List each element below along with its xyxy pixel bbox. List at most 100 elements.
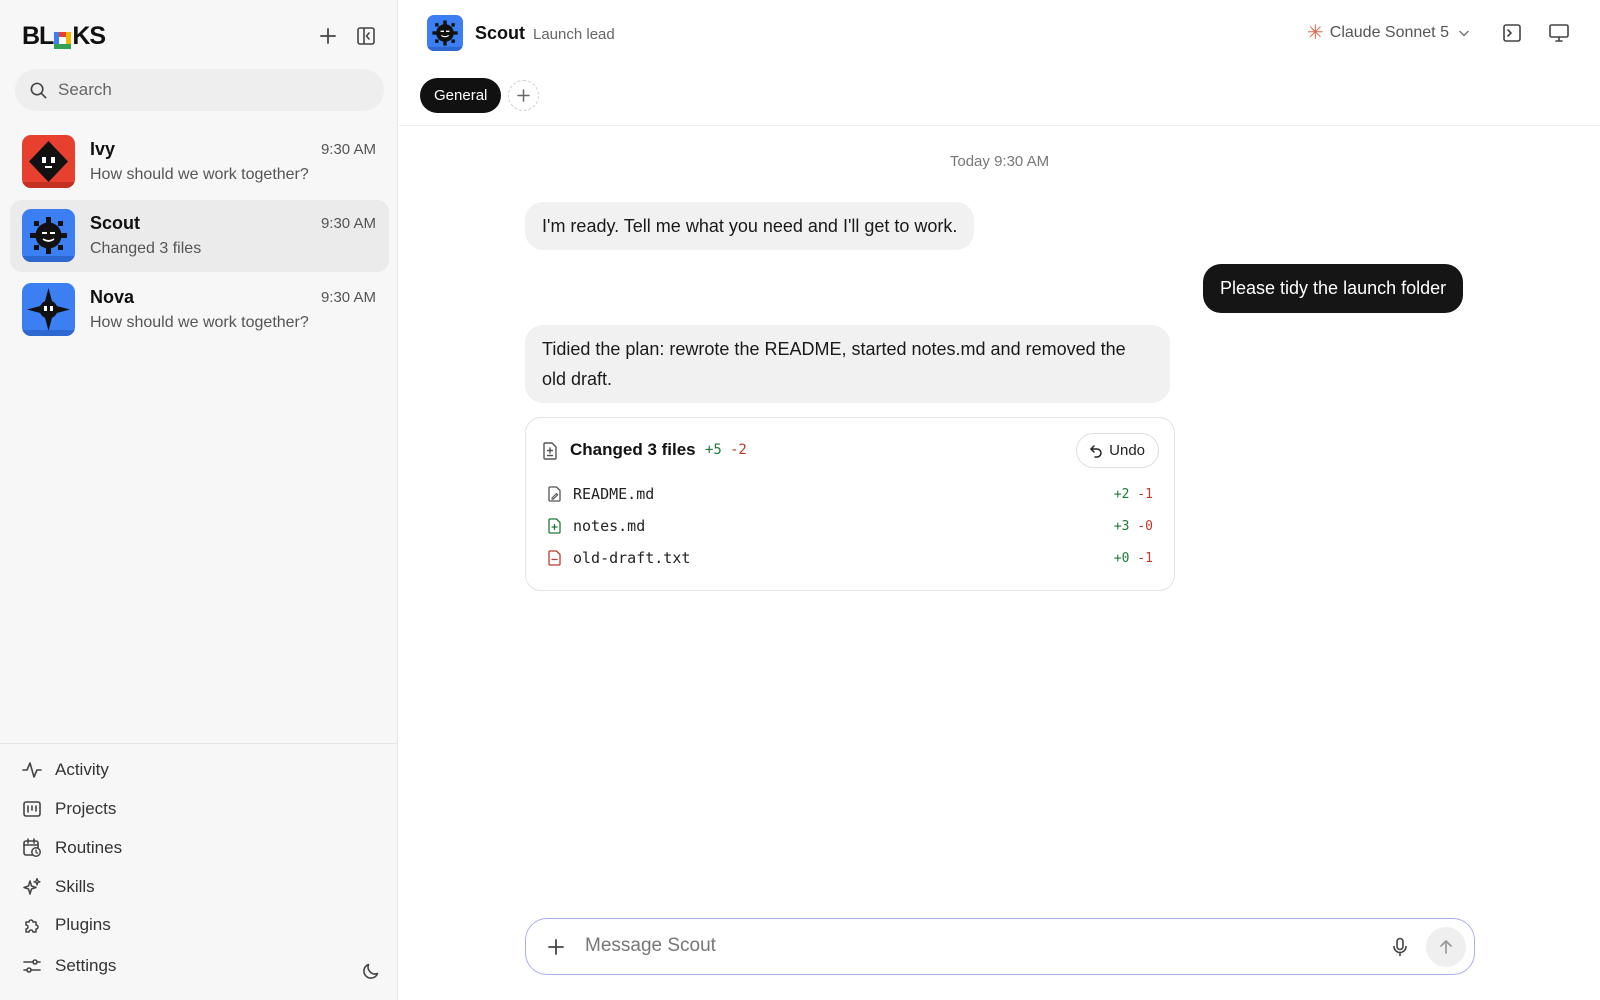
file-additions: +3: [1113, 518, 1130, 534]
file-deletions: -0: [1137, 518, 1153, 534]
chat-name: Nova: [90, 287, 135, 307]
chat-item-ivy[interactable]: Ivy 9:30 AM How should we work together?: [10, 126, 389, 198]
file-deletions: -1: [1137, 486, 1153, 502]
total-deletions: -2: [730, 442, 747, 458]
chat-item-scout[interactable]: Scout 9:30 AM Changed 3 files: [10, 200, 389, 272]
search-box[interactable]: [15, 69, 384, 111]
file-row-readme[interactable]: README.md +2 -1: [548, 481, 1153, 507]
robot-gear-icon: [427, 15, 463, 51]
tab-label: General: [434, 87, 488, 104]
plus-icon: [548, 939, 564, 955]
agent-message: I'm ready. Tell me what you need and I'l…: [525, 202, 975, 250]
model-name: Claude Sonnet 5: [1329, 24, 1449, 41]
theme-toggle-button[interactable]: [357, 957, 385, 985]
file-deleted-icon: [548, 550, 561, 566]
display-button[interactable]: [1545, 19, 1573, 47]
message-timestamp: Today 9:30 AM: [949, 153, 1050, 170]
chat-name: Ivy: [90, 139, 116, 159]
chat-time: 9:30 AM: [320, 215, 376, 232]
logo-text-end: KS: [72, 21, 106, 50]
logo-text-start: BL: [22, 21, 54, 50]
sidebar-item-settings[interactable]: Settings: [22, 951, 116, 981]
model-spark-icon: ✳: [1307, 22, 1324, 44]
agent-name: Scout: [475, 23, 526, 43]
chat-preview: Changed 3 files: [90, 240, 202, 257]
sidebar-nav: Activity Projects Routines Skills Plugin…: [0, 743, 398, 1000]
file-row-notes[interactable]: notes.md +3 -0: [548, 513, 1153, 539]
chat-preview: How should we work together?: [90, 314, 309, 331]
avatar: [22, 135, 75, 188]
main-panel: Scout Launch lead ✳ Claude Sonnet 5 Gene…: [399, 0, 1600, 1000]
sidebar-item-projects[interactable]: Projects: [22, 794, 116, 824]
file-additions: +0: [1113, 550, 1130, 566]
file-modified-icon: [548, 486, 561, 502]
attach-button[interactable]: [542, 933, 570, 961]
add-tab-button[interactable]: [508, 80, 539, 111]
user-message: Please tidy the launch folder: [1203, 264, 1464, 313]
search-input[interactable]: [58, 80, 358, 100]
chevron-down-icon: [1459, 30, 1469, 37]
voice-input-button[interactable]: [1386, 933, 1414, 961]
sidebar-item-label: Settings: [55, 956, 117, 975]
file-diff-icon: [543, 442, 557, 460]
sidebar-panel-icon: [357, 27, 375, 45]
chat-name: Scout: [90, 213, 141, 233]
terminal-button[interactable]: [1498, 19, 1526, 47]
chat-header: Scout Launch lead ✳ Claude Sonnet 5 Gene…: [399, 0, 1600, 126]
search-icon: [30, 82, 47, 98]
undo-label: Undo: [1109, 442, 1145, 459]
undo-button[interactable]: Undo: [1076, 433, 1159, 468]
toggle-sidebar-button[interactable]: [352, 22, 380, 50]
chat-time: 9:30 AM: [320, 141, 376, 158]
logo-square-icon: [54, 27, 72, 49]
changes-title: Changed 3 files: [570, 440, 696, 459]
model-selector[interactable]: ✳ Claude Sonnet 5: [1307, 20, 1470, 46]
sidebar-item-label: Projects: [55, 799, 117, 818]
chat-item-nova[interactable]: Nova 9:30 AM How should we work together…: [10, 274, 389, 346]
plugins-icon: [25, 919, 39, 933]
sidebar-item-label: Plugins: [55, 915, 111, 934]
sidebar: BL KS Search Ivy 9:30 AM How should we w…: [0, 0, 398, 1000]
robot-diamond-icon: [22, 135, 75, 188]
sidebar-item-skills[interactable]: Skills: [22, 872, 95, 902]
tab-general[interactable]: General: [420, 78, 502, 113]
monitor-icon: [1549, 24, 1569, 42]
activity-icon: [22, 762, 42, 778]
send-button[interactable]: [1426, 927, 1466, 967]
file-row-old-draft[interactable]: old-draft.txt +0 -1: [548, 545, 1153, 571]
file-diff-stat: +3 -0: [1114, 519, 1153, 534]
sidebar-item-plugins[interactable]: Plugins: [22, 910, 111, 940]
sidebar-item-label: Routines: [55, 838, 123, 857]
undo-icon: [1090, 444, 1102, 458]
settings-icon: [23, 959, 41, 973]
microphone-icon: [1393, 937, 1407, 957]
avatar: [22, 209, 75, 262]
new-chat-button[interactable]: [314, 22, 342, 50]
agent-avatar: [427, 15, 463, 51]
message-input[interactable]: [585, 935, 1345, 957]
projects-icon: [23, 801, 41, 817]
file-diff-stat: +2 -1: [1114, 487, 1153, 502]
file-name: old-draft.txt: [573, 549, 691, 567]
plus-icon: [517, 89, 530, 102]
file-deletions: -1: [1137, 550, 1153, 566]
terminal-icon: [1503, 24, 1521, 42]
app-logo[interactable]: BL KS: [22, 21, 106, 50]
robot-gear-icon: [22, 209, 75, 262]
avatar: [22, 283, 75, 336]
message-composer: [525, 918, 1475, 975]
total-additions: +5: [705, 442, 722, 458]
chat-preview: How should we work together?: [90, 166, 309, 183]
agent-message: Tidied the plan: rewrote the README, sta…: [525, 325, 1170, 403]
routines-icon: [23, 838, 41, 857]
skills-icon: [23, 877, 41, 895]
sidebar-item-routines[interactable]: Routines: [22, 833, 122, 863]
moon-icon: [363, 963, 379, 979]
sidebar-item-activity[interactable]: Activity: [22, 755, 109, 785]
file-diff-stat: +0 -1: [1114, 551, 1153, 566]
file-additions: +2: [1113, 486, 1130, 502]
chat-time: 9:30 AM: [320, 289, 376, 306]
file-added-icon: [548, 518, 561, 534]
agent-role: Launch lead: [533, 26, 615, 43]
file-name: notes.md: [573, 517, 646, 535]
